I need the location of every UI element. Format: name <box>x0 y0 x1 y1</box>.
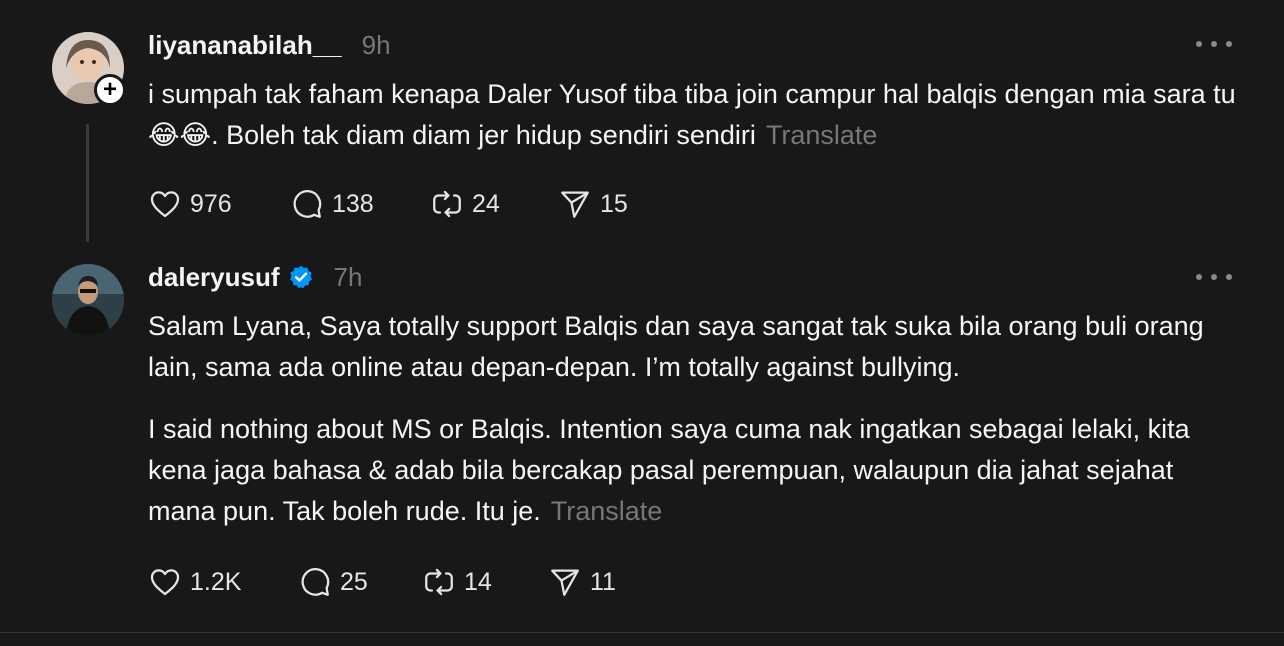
repost-button[interactable]: 14 <box>422 564 492 600</box>
share-button[interactable]: 15 <box>558 186 628 222</box>
username[interactable]: liyananabilah__ <box>148 30 342 61</box>
comment-icon <box>301 568 330 596</box>
share-button[interactable]: 11 <box>548 564 616 600</box>
reply-count: 138 <box>332 189 374 218</box>
more-dot <box>1211 41 1217 47</box>
send-icon <box>551 569 579 596</box>
send-icon <box>561 191 589 218</box>
thread-connector-line <box>86 124 89 242</box>
laughing-emoji: 😂😂 <box>148 120 212 150</box>
translate-link[interactable]: Translate <box>766 120 878 150</box>
more-dot <box>1226 274 1232 280</box>
timestamp[interactable]: 7h <box>334 262 363 293</box>
repost-icon <box>433 190 461 218</box>
like-count: 976 <box>190 189 232 218</box>
heart-icon <box>150 191 180 218</box>
more-dot <box>1211 274 1217 280</box>
divider <box>0 632 1284 633</box>
like-button[interactable]: 1.2K <box>148 564 241 600</box>
repost-count: 14 <box>464 567 492 596</box>
like-button[interactable]: 976 <box>148 186 232 222</box>
post-text: Salam Lyana, Saya totally support Balqis… <box>148 306 1238 532</box>
like-count: 1.2K <box>190 567 242 596</box>
post-paragraph-1: Salam Lyana, Saya totally support Balqis… <box>148 311 1204 382</box>
more-dot <box>1226 41 1232 47</box>
share-count: 15 <box>600 189 628 218</box>
heart-icon <box>150 569 180 596</box>
reply-count: 25 <box>340 567 368 596</box>
post-header: daleryusuf 7h <box>148 262 362 292</box>
follow-plus-icon[interactable]: + <box>94 74 126 106</box>
reply-button[interactable]: 138 <box>290 186 374 222</box>
avatar-wrap-liyananabilah: + <box>52 32 126 106</box>
username[interactable]: daleryusuf <box>148 262 280 293</box>
post-paragraph-2: I said nothing about MS or Balqis. Inten… <box>148 414 1190 526</box>
more-dot <box>1196 274 1202 280</box>
repost-button[interactable]: 24 <box>430 186 500 222</box>
repost-count: 24 <box>472 189 500 218</box>
translate-link[interactable]: Translate <box>551 496 663 526</box>
share-count: 11 <box>590 567 616 596</box>
verified-badge-icon <box>288 264 314 290</box>
timestamp[interactable]: 9h <box>362 30 391 61</box>
post-body-text: i sumpah tak faham kenapa Daler Yusof ti… <box>148 79 1236 109</box>
comment-icon <box>293 190 322 218</box>
post-header: liyananabilah__ 9h <box>148 30 391 60</box>
avatar-wrap-daleryusuf <box>52 264 124 336</box>
reply-button[interactable]: 25 <box>298 564 368 600</box>
more-dot <box>1196 41 1202 47</box>
avatar[interactable] <box>52 264 124 336</box>
more-icon[interactable] <box>1196 267 1232 287</box>
repost-icon <box>425 568 453 596</box>
more-icon[interactable] <box>1196 34 1232 54</box>
post-text: i sumpah tak faham kenapa Daler Yusof ti… <box>148 74 1238 156</box>
post-body-text-end: . Boleh tak diam diam jer hidup sendiri … <box>211 120 756 150</box>
